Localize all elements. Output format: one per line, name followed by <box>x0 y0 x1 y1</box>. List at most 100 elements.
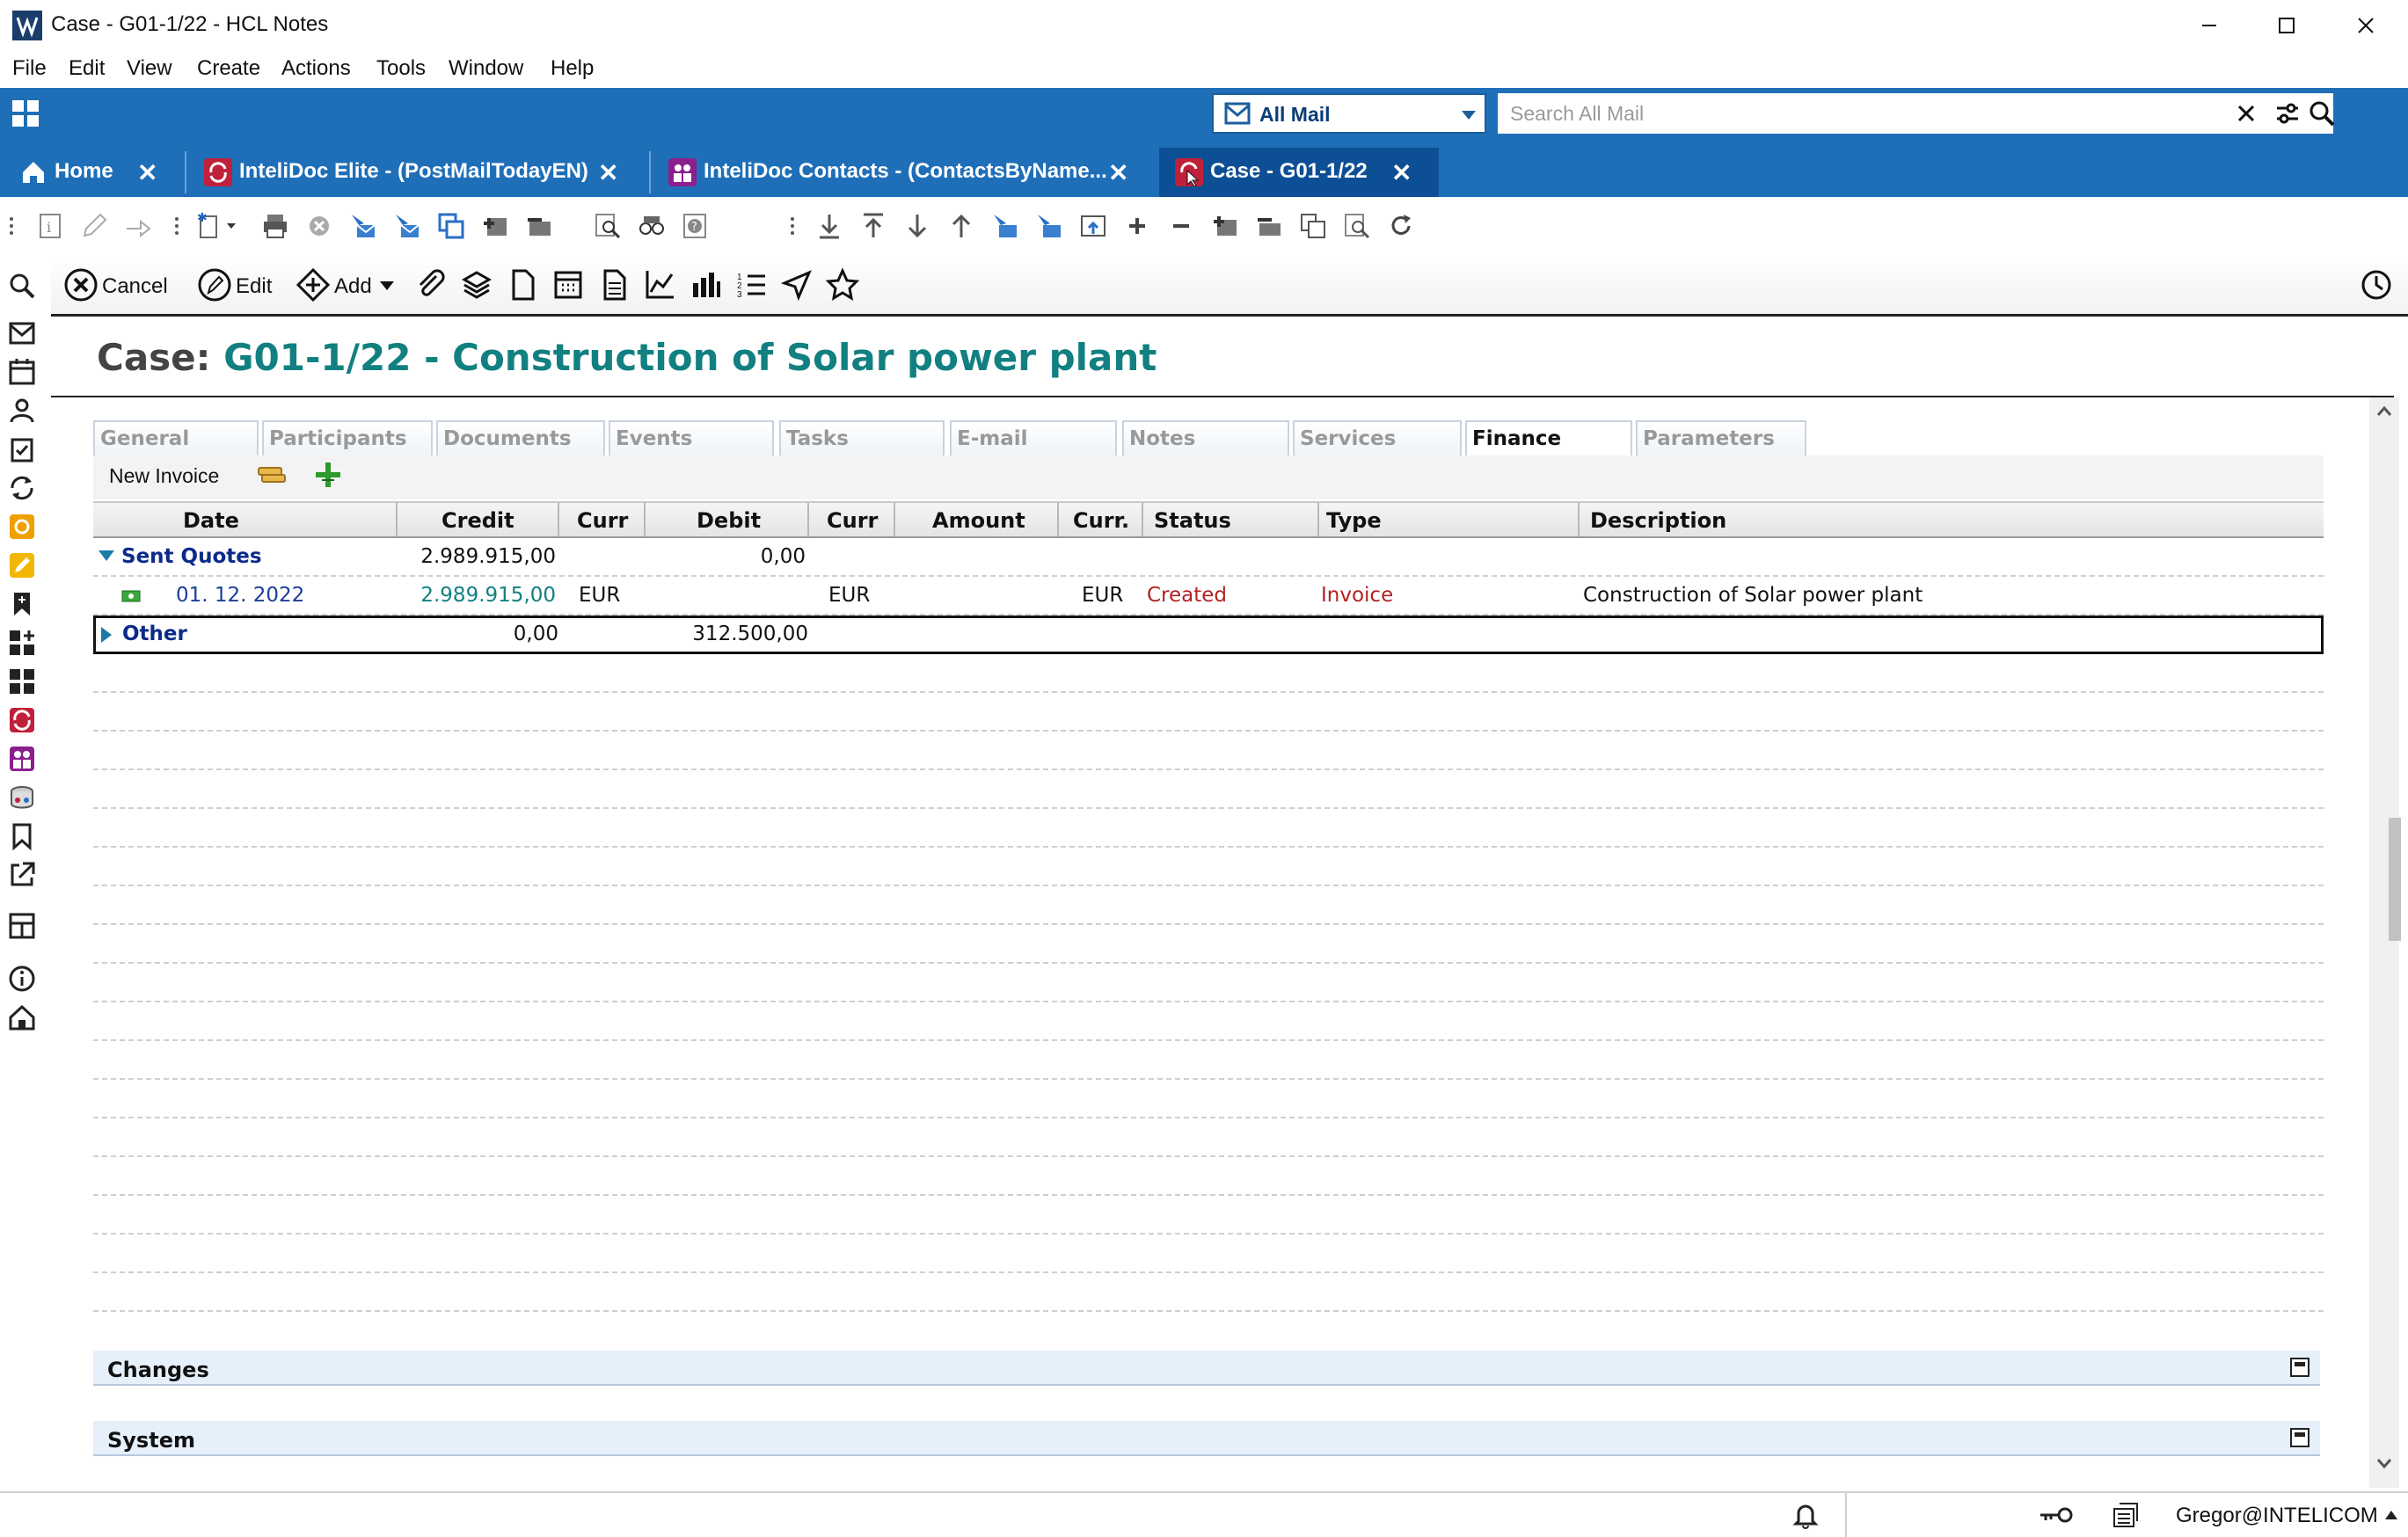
category-row-selected[interactable]: Other 0,00 312.500,00 <box>93 616 2324 654</box>
replication-status-icon[interactable] <box>2111 1500 2141 1530</box>
column-description[interactable]: Description <box>1590 508 1726 533</box>
search-document-icon[interactable] <box>1342 211 1372 241</box>
category-row[interactable]: Sent Quotes 2.989.915,00 0,00 <box>93 538 2324 577</box>
forward-icon[interactable] <box>123 211 153 241</box>
cancel-button[interactable]: Cancel <box>63 267 178 302</box>
search-scope-dropdown[interactable]: All Mail <box>1212 93 1486 134</box>
tab-email[interactable]: E-mail <box>950 420 1117 455</box>
add-button[interactable]: Add <box>296 267 401 302</box>
search-input[interactable] <box>1510 100 2214 127</box>
attachment-icon[interactable] <box>413 267 449 302</box>
help-icon[interactable]: ? <box>681 211 711 241</box>
close-tab-icon[interactable]: ✕ <box>1108 158 1128 187</box>
scroll-up-icon[interactable] <box>2376 404 2392 417</box>
column-credit[interactable]: Credit <box>441 508 514 533</box>
edit-button[interactable]: Edit <box>197 267 285 302</box>
workspace-layout-icon[interactable] <box>7 911 37 941</box>
tab-participants[interactable]: Participants <box>262 420 433 455</box>
move-to-top-icon[interactable] <box>858 211 888 241</box>
tab-case-active[interactable]: Case - G01-1/22 ✕ <box>1159 148 1439 197</box>
navigation-icon[interactable] <box>779 267 814 302</box>
search-options-icon[interactable] <box>2275 102 2300 125</box>
menu-tools[interactable]: Tools <box>376 56 426 81</box>
apps-grid-icon[interactable] <box>11 98 40 128</box>
menu-file[interactable]: File <box>12 56 47 81</box>
refresh-icon[interactable] <box>1386 211 1416 241</box>
tab-parameters[interactable]: Parameters <box>1636 420 1806 455</box>
notification-bell-icon[interactable] <box>1791 1500 1821 1530</box>
menu-view[interactable]: View <box>127 56 172 81</box>
copy-into-icon[interactable] <box>436 211 466 241</box>
chevron-up-icon[interactable] <box>2385 1511 2397 1519</box>
expanded-triangle-icon[interactable] <box>99 550 114 563</box>
new-invoice-button[interactable]: New Invoice <box>109 464 219 488</box>
blank-document-icon[interactable] <box>505 267 540 302</box>
close-tab-icon[interactable]: ✕ <box>598 158 618 187</box>
minimize-icon[interactable] <box>2183 9 2236 42</box>
edit-document-icon[interactable] <box>79 211 109 241</box>
scroll-down-icon[interactable] <box>2376 1458 2392 1470</box>
bar-chart-icon[interactable] <box>688 267 723 302</box>
tab-tasks[interactable]: Tasks <box>779 420 945 455</box>
tab-services[interactable]: Services <box>1293 420 1462 455</box>
tab-intelidoc-elite[interactable]: InteliDoc Elite - (PostMailTodayEN) ✕ <box>188 148 647 197</box>
text-document-icon[interactable] <box>596 267 631 302</box>
add-item-icon[interactable] <box>1210 211 1240 241</box>
intelidoc-elite-icon[interactable] <box>7 705 37 735</box>
intelidoc-settings-icon[interactable] <box>7 512 37 542</box>
notes-pencil-icon[interactable] <box>7 550 37 580</box>
menu-help[interactable]: Help <box>551 56 594 81</box>
collapse-all-icon[interactable] <box>1166 211 1196 241</box>
scrollbar-thumb[interactable] <box>2389 818 2401 941</box>
column-curr-3[interactable]: Curr. <box>1073 508 1129 533</box>
line-chart-icon[interactable] <box>642 267 677 302</box>
system-section[interactable]: System <box>93 1421 2320 1456</box>
copy-icon[interactable] <box>1298 211 1328 241</box>
apps-grid-icon[interactable] <box>7 667 37 696</box>
collapsed-triangle-icon[interactable] <box>101 627 113 643</box>
star-icon[interactable] <box>825 267 860 302</box>
collapse-section-icon[interactable] <box>2290 1428 2309 1447</box>
home-icon[interactable] <box>7 1002 37 1032</box>
table-row[interactable]: 01. 12. 2022 2.989.915,00 EUR EUR EUR Cr… <box>93 577 2324 616</box>
stop-icon[interactable] <box>304 211 334 241</box>
todo-icon[interactable] <box>7 434 37 464</box>
tab-documents[interactable]: Documents <box>436 420 605 455</box>
changes-section[interactable]: Changes <box>93 1351 2320 1386</box>
find-next-icon[interactable] <box>637 211 667 241</box>
mail-star-icon[interactable] <box>348 211 378 241</box>
menu-window[interactable]: Window <box>449 56 523 81</box>
tab-notes[interactable]: Notes <box>1122 420 1289 455</box>
remove-item-icon[interactable] <box>1254 211 1284 241</box>
database-icon[interactable] <box>7 783 37 812</box>
collapse-section-icon[interactable] <box>2290 1358 2309 1377</box>
mail-icon[interactable] <box>7 318 37 348</box>
contacts-icon[interactable] <box>7 396 37 426</box>
add-to-folder-icon[interactable] <box>480 211 510 241</box>
arrow-up-icon[interactable] <box>946 211 976 241</box>
calculator-icon[interactable] <box>551 267 586 302</box>
column-amount[interactable]: Amount <box>932 508 1025 533</box>
close-window-icon[interactable] <box>2339 9 2392 42</box>
numbered-list-icon[interactable]: 123 <box>733 267 769 302</box>
tab-home[interactable]: Home ✕ <box>0 148 181 197</box>
apps-add-icon[interactable] <box>7 628 37 658</box>
calendar-icon[interactable] <box>7 357 37 387</box>
column-type[interactable]: Type <box>1326 508 1382 533</box>
close-tab-icon[interactable]: ✕ <box>137 158 157 187</box>
info-icon[interactable] <box>7 964 37 994</box>
mail-copy-icon[interactable] <box>1034 211 1064 241</box>
close-tab-icon[interactable]: ✕ <box>1391 158 1412 187</box>
intelidoc-contacts-icon[interactable] <box>7 744 37 774</box>
column-curr-2[interactable]: Curr <box>827 508 878 533</box>
tab-events[interactable]: Events <box>609 420 774 455</box>
history-clock-icon[interactable] <box>2359 267 2394 302</box>
expand-all-icon[interactable] <box>1122 211 1152 241</box>
find-icon[interactable] <box>593 211 623 241</box>
layers-icon[interactable] <box>459 267 494 302</box>
mail-forward-icon[interactable] <box>392 211 422 241</box>
open-external-icon[interactable] <box>7 860 37 890</box>
clear-search-icon[interactable] <box>2237 104 2256 123</box>
key-icon[interactable] <box>2037 1500 2076 1530</box>
open-in-window-icon[interactable] <box>1078 211 1108 241</box>
